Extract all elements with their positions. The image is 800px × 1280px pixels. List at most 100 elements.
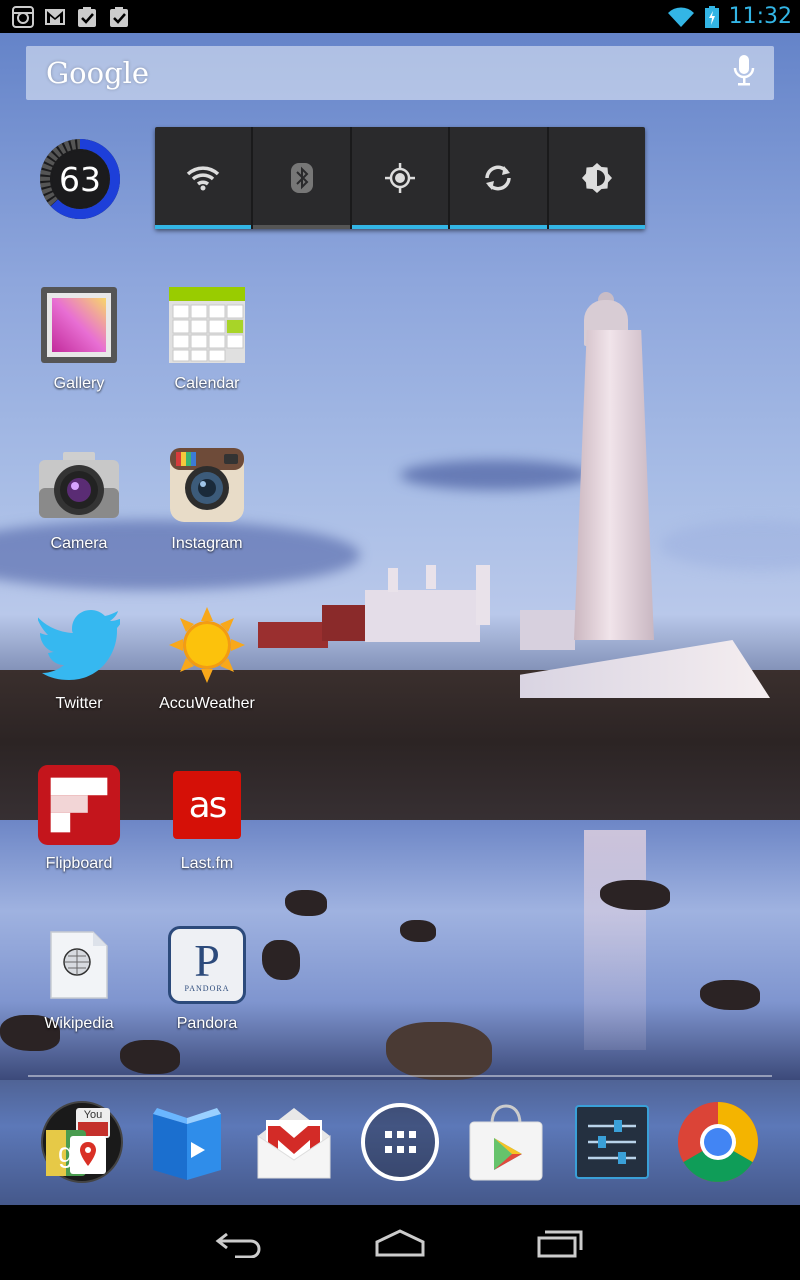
app-label: AccuWeather (159, 695, 255, 712)
calendar-icon (165, 283, 249, 367)
all-apps-button[interactable] (358, 1100, 442, 1184)
play-books-icon (153, 1108, 221, 1180)
accuweather-sun-icon (165, 603, 249, 687)
gps-toggle-indicator (351, 225, 449, 229)
gmail[interactable] (252, 1100, 336, 1184)
sync-icon (485, 165, 512, 191)
instagram-icon (165, 443, 249, 527)
recent-apps-button[interactable] (520, 1213, 600, 1273)
rock (386, 1022, 492, 1080)
google-search-bar[interactable]: Google (26, 46, 774, 100)
wifi-toggle-indicator (155, 225, 252, 229)
wikipedia-icon (37, 923, 121, 1007)
rock (400, 920, 436, 942)
all-apps-icon (361, 1103, 439, 1181)
house (365, 590, 480, 642)
bluetooth-icon (290, 163, 313, 193)
gmail-icon (257, 1108, 331, 1179)
battery-charging-icon (704, 5, 719, 28)
google-apps-folder-icon: You g (41, 1101, 123, 1183)
play-books[interactable] (145, 1100, 229, 1184)
pandora-logo-letter: P (194, 934, 220, 986)
google-search-label[interactable]: Google (46, 56, 149, 90)
wifi-toggle[interactable] (155, 127, 254, 229)
app-gallery[interactable]: Gallery (15, 283, 143, 413)
app-lastfm[interactable]: as Last.fm (143, 763, 271, 893)
app-wikipedia[interactable]: Wikipedia (15, 923, 143, 1053)
play-store[interactable] (464, 1100, 548, 1184)
back-button[interactable] (200, 1213, 280, 1273)
navigation-bar (0, 1205, 800, 1280)
app-label: Calendar (174, 375, 240, 392)
house-chimney (476, 565, 490, 625)
app-label: Twitter (55, 695, 103, 712)
pandora-icon-frame: P PANDORA (168, 926, 246, 1004)
instagram-notification-icon[interactable] (12, 5, 34, 28)
recent-apps-icon (537, 1230, 583, 1257)
app-accuweather[interactable]: AccuWeather (143, 603, 271, 733)
sync-toggle-indicator (450, 225, 547, 229)
pandora-logo-word: PANDORA (184, 983, 230, 993)
app-pandora[interactable]: P PANDORA Pandora (143, 923, 271, 1053)
app-calendar[interactable]: Calendar (143, 283, 271, 413)
chrome[interactable] (676, 1100, 760, 1184)
battery-widget[interactable]: 63 (36, 135, 124, 223)
status-bar: 11:32 (0, 0, 800, 33)
rock (700, 980, 760, 1010)
notification-icons (12, 5, 130, 28)
lastfm-icon: as (165, 763, 249, 847)
bluetooth-toggle[interactable] (253, 127, 352, 229)
app-camera[interactable]: Camera (15, 443, 143, 573)
gmail-notification-icon[interactable] (44, 6, 66, 28)
twitter-icon (37, 603, 121, 687)
battery-percentage: 63 (59, 159, 101, 199)
gps-toggle[interactable] (351, 127, 451, 229)
app-twitter[interactable]: Twitter (15, 603, 143, 733)
house-chimney (426, 565, 436, 589)
status-clock: 11:32 (728, 4, 792, 29)
wallpaper-cloud (660, 520, 800, 570)
house-chimney (388, 568, 398, 592)
lastfm-logo-text: as (173, 771, 241, 839)
wifi-signal-icon (667, 6, 695, 28)
app-label: Last.fm (180, 855, 234, 872)
rock (600, 880, 670, 910)
back-icon (215, 1232, 261, 1258)
app-label: Instagram (171, 535, 243, 552)
app-label: Camera (50, 535, 108, 552)
youtube-logo-text: You (84, 1109, 103, 1121)
task-done-icon[interactable] (108, 6, 130, 28)
dock-divider (28, 1075, 772, 1077)
brightness-toggle[interactable] (548, 127, 646, 229)
brightness-toggle-indicator (548, 225, 646, 229)
camera-icon (37, 443, 121, 527)
app-flipboard[interactable]: Flipboard (15, 763, 143, 893)
task-done-icon[interactable] (76, 6, 98, 28)
gps-icon (385, 163, 416, 193)
app-instagram[interactable]: Instagram (143, 443, 271, 573)
gallery-icon (37, 283, 121, 367)
lighthouse (574, 330, 654, 640)
system-icons: 11:32 (667, 4, 792, 29)
bluetooth-toggle-indicator (253, 225, 350, 229)
rock (285, 890, 327, 916)
play-store-icon (469, 1104, 543, 1181)
google-apps-folder[interactable]: You g (40, 1100, 124, 1184)
app-label: Gallery (53, 375, 105, 392)
home-icon (375, 1228, 425, 1256)
settings-icon (575, 1105, 649, 1179)
pandora-icon-face: P PANDORA (171, 929, 243, 1001)
lighthouse-reflection (584, 830, 646, 1050)
app-label: Wikipedia (44, 1015, 114, 1032)
home-button[interactable] (360, 1213, 440, 1273)
sync-toggle[interactable] (450, 127, 549, 229)
settings[interactable] (570, 1100, 654, 1184)
brightness-icon (581, 163, 612, 193)
house (520, 610, 575, 650)
wifi-icon (187, 166, 220, 191)
chrome-icon (678, 1102, 758, 1182)
wallpaper-cloud (400, 460, 590, 490)
pandora-icon: P PANDORA (165, 923, 249, 1007)
microphone-icon[interactable] (732, 54, 756, 92)
flipboard-icon (37, 763, 121, 847)
